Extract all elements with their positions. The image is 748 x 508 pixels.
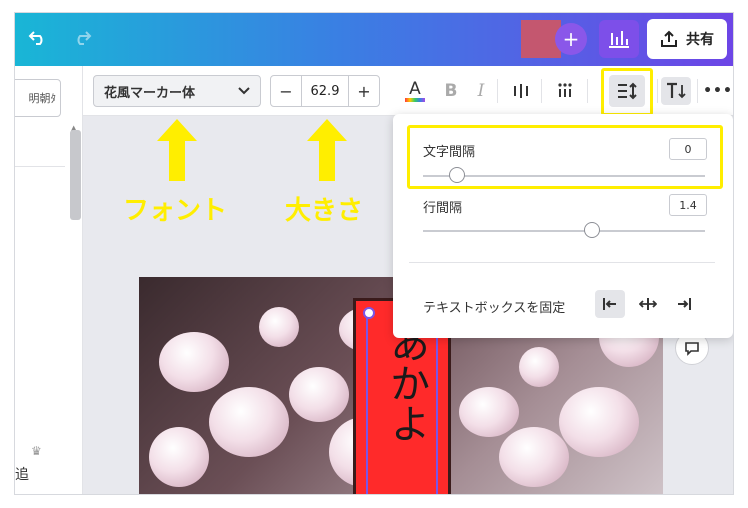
toolbar-divider: [697, 79, 698, 103]
arrow-up-icon: [307, 119, 347, 181]
redo-icon[interactable]: [67, 23, 97, 53]
fix-right-button[interactable]: [669, 290, 699, 318]
arrow-up-icon: [157, 119, 197, 181]
undo-icon[interactable]: [23, 23, 53, 53]
font-size-input[interactable]: 62.9: [301, 76, 349, 106]
line-spacing-label: 行間隔: [423, 201, 463, 216]
spacing-highlight: [601, 68, 653, 116]
upload-icon: [661, 30, 677, 47]
popup-divider: [409, 262, 715, 263]
plus-icon: +: [562, 27, 580, 51]
fix-left-button[interactable]: [595, 290, 625, 318]
comment-icon: [685, 342, 699, 356]
toolbar-divider: [657, 79, 658, 103]
share-button[interactable]: 共有: [647, 19, 727, 59]
toolbar-divider: [587, 79, 588, 103]
vertical-text-button[interactable]: [507, 77, 535, 105]
toolbar-divider: [541, 79, 542, 103]
align-center-arrows-icon: [639, 298, 657, 310]
dots-grid-icon: [558, 83, 572, 97]
size-increase-button[interactable]: +: [349, 76, 379, 106]
line-spacing-input[interactable]: 1.4: [669, 194, 707, 216]
font-annotation: フォント: [123, 196, 228, 226]
text-color-icon: A: [409, 79, 421, 99]
font-chip[interactable]: 明朝ﾀ: [15, 79, 61, 117]
font-size-stepper: − 62.9 +: [270, 75, 380, 107]
add-text-label[interactable]: 追: [15, 464, 29, 484]
app-window: + 共有 明朝ﾀ ▲ ♛ 追 花風マーカー体 − 62.9 + A B I ••…: [14, 12, 734, 495]
left-panel: 明朝ﾀ ▲ ♛ 追: [15, 66, 83, 494]
size-decrease-button[interactable]: −: [271, 76, 301, 106]
top-bar: + 共有: [15, 13, 733, 66]
vertical-text-icon: [514, 84, 528, 98]
divider: [15, 166, 65, 167]
size-annotation: 大きさ: [285, 196, 364, 226]
font-dropdown[interactable]: 花風マーカー体: [93, 75, 261, 107]
align-right-arrow-icon: [678, 298, 691, 310]
crown-icon: ♛: [31, 444, 42, 458]
fix-textbox-label: テキストボックスを固定: [423, 301, 566, 316]
resize-handle[interactable]: [363, 307, 375, 319]
more-options-button[interactable]: •••: [703, 77, 733, 105]
text-effects-button[interactable]: [661, 77, 691, 105]
text-toolbar: 花風マーカー体 − 62.9 + A B I •••: [83, 66, 733, 116]
text-effects-icon: [667, 82, 686, 99]
insights-button[interactable]: [599, 20, 639, 58]
letter-spacing-highlight: [407, 125, 723, 189]
chevron-down-icon: [238, 87, 250, 95]
font-chip-label: 明朝ﾀ: [28, 92, 57, 105]
share-label: 共有: [686, 32, 714, 48]
bold-button[interactable]: B: [439, 77, 463, 105]
line-spacing-slider[interactable]: [584, 222, 601, 238]
line-spacing-track[interactable]: [423, 230, 705, 232]
scrollbar[interactable]: [70, 130, 81, 220]
text-color-button[interactable]: A: [403, 77, 427, 105]
toolbar-divider: [497, 79, 498, 103]
font-name: 花風マーカー体: [104, 85, 196, 101]
italic-button[interactable]: I: [469, 77, 493, 105]
fix-center-button[interactable]: [633, 290, 663, 318]
tag-text[interactable]: あかよ: [380, 323, 432, 443]
bar-chart-icon: [609, 31, 629, 48]
align-left-arrow-icon: [603, 298, 616, 310]
list-button[interactable]: [551, 77, 579, 105]
add-collaborator-button[interactable]: +: [555, 23, 587, 55]
